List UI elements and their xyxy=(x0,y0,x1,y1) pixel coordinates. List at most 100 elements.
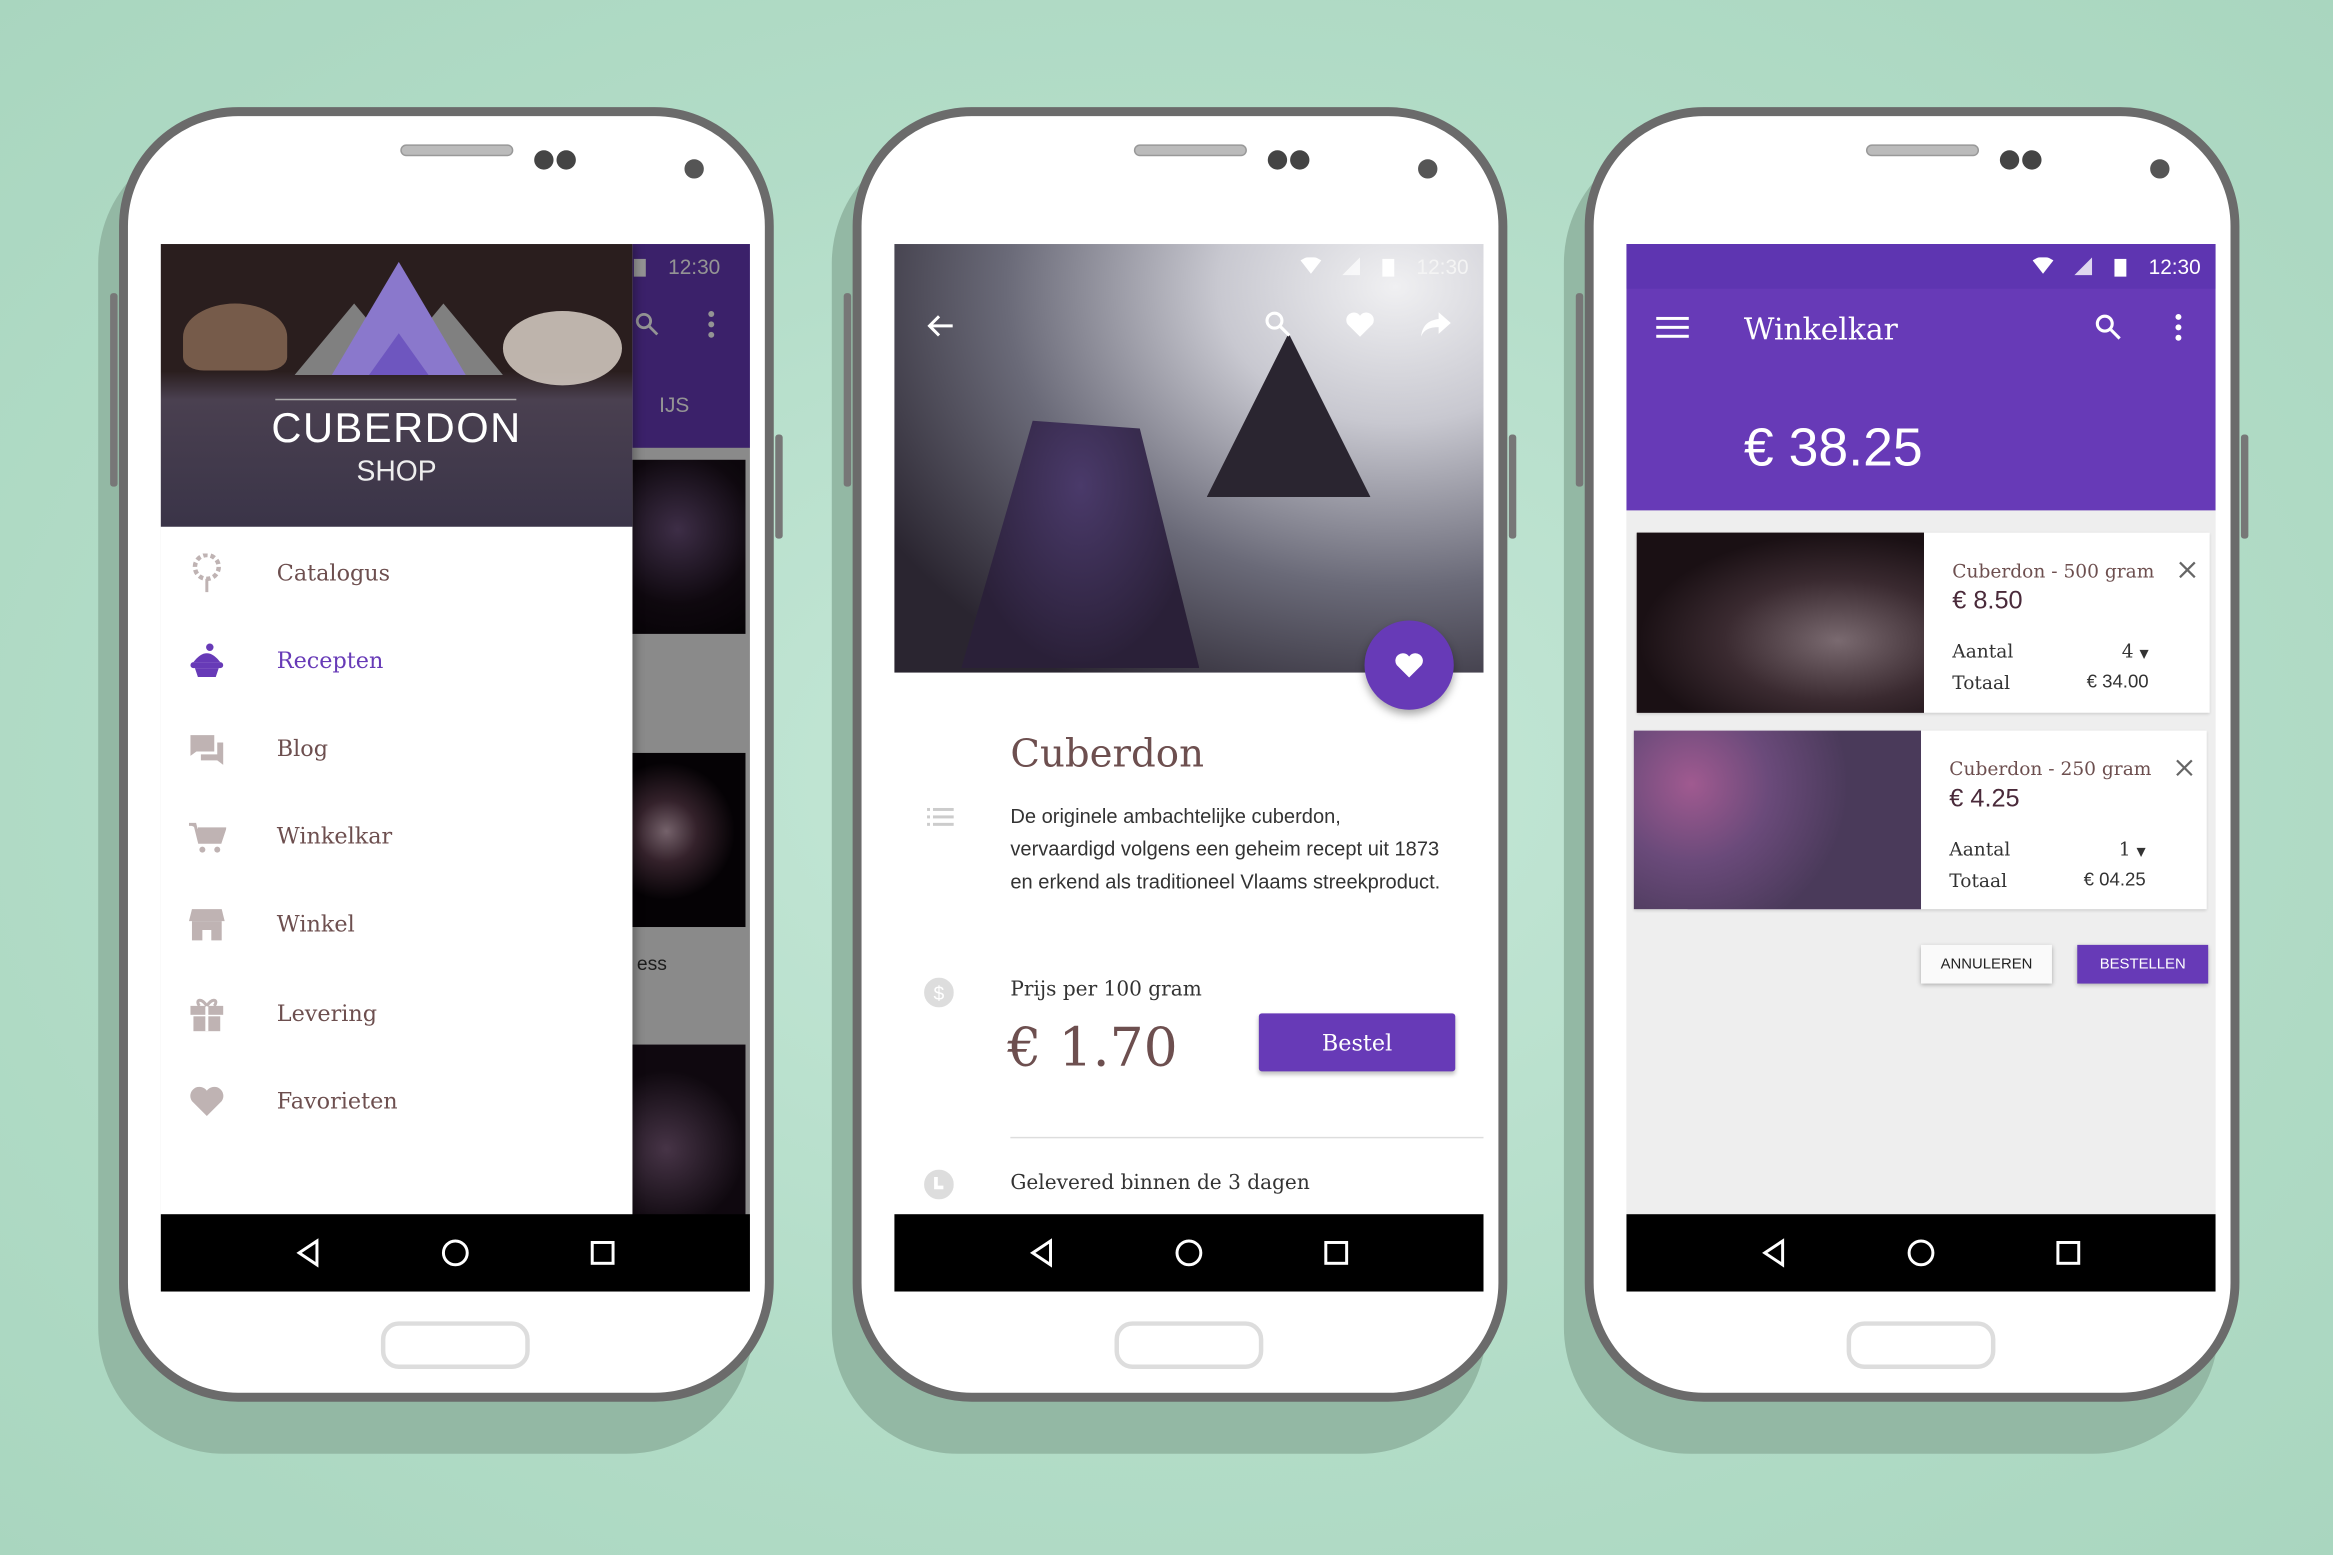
home-icon[interactable] xyxy=(440,1238,470,1268)
brand-title: CUBERDON xyxy=(271,404,522,451)
home-icon[interactable] xyxy=(1906,1238,1936,1268)
system-nav-bar xyxy=(894,1214,1484,1292)
menu-label: Winkelkar xyxy=(276,822,393,850)
screen: ess IJS 12:30 CUBERDON SHOP Catalogus Re… xyxy=(160,244,750,1292)
phone-body: 12:30 Cuberdon De originele ambachtelijk… xyxy=(852,107,1508,1402)
cart-item-name: Cuberdon - 250 gram xyxy=(1949,757,2152,780)
favorite-icon[interactable] xyxy=(1344,310,1377,340)
back-icon[interactable] xyxy=(1759,1238,1789,1268)
phone-cart: 12:30 Winkelkar € 38.25 Cuberdon - 500 g… xyxy=(1563,107,2249,1454)
share-icon[interactable] xyxy=(1420,310,1453,340)
power-button xyxy=(1508,434,1517,539)
product-price: € 1.70 xyxy=(1007,1017,1178,1079)
chat-icon xyxy=(190,735,224,765)
total-row: Totaal € 04.25 xyxy=(1949,869,2145,891)
item-total: € 34.00 xyxy=(2086,671,2149,692)
menu-item-winkel[interactable]: Winkel xyxy=(161,887,633,961)
quantity-value: 1 xyxy=(2118,837,2131,861)
signal-icon xyxy=(1342,257,1360,276)
home-hardware-button[interactable] xyxy=(1846,1321,1996,1369)
cart-item-name: Cuberdon - 500 gram xyxy=(1952,559,2155,582)
item-total: € 04.25 xyxy=(2083,868,2146,890)
cart-item-image xyxy=(1633,730,1922,910)
description-icon xyxy=(927,807,954,826)
cancel-button[interactable]: ANNULEREN xyxy=(1921,944,2052,984)
navigation-drawer: CUBERDON SHOP Catalogus Recepten Blog Wi… xyxy=(160,244,633,1292)
menu-item-blog[interactable]: Blog xyxy=(161,711,633,785)
product-description: De originele ambachtelijke cuberdon, ver… xyxy=(1010,805,1441,893)
favorite-fab[interactable] xyxy=(1364,620,1454,710)
menu-item-favorieten[interactable]: Favorieten xyxy=(161,1064,633,1138)
quantity-dropdown[interactable]: 4 ▼ xyxy=(2122,640,2149,662)
home-hardware-button[interactable] xyxy=(1114,1321,1264,1369)
dropdown-arrow-icon: ▼ xyxy=(2136,845,2146,859)
recents-icon[interactable] xyxy=(2053,1238,2083,1268)
back-icon[interactable] xyxy=(1027,1238,1057,1268)
cuberdon-shape xyxy=(961,420,1200,669)
phone-drawer: ess IJS 12:30 CUBERDON SHOP Catalogus Re… xyxy=(98,107,783,1454)
recents-icon[interactable] xyxy=(587,1238,617,1268)
menu-item-catalogus[interactable]: Catalogus xyxy=(161,536,633,610)
menu-label: Blog xyxy=(276,735,329,762)
screen: 12:30 Cuberdon De originele ambachtelijk… xyxy=(894,244,1484,1292)
home-icon[interactable] xyxy=(1174,1238,1204,1268)
recents-icon[interactable] xyxy=(1321,1238,1351,1268)
quantity-row: Aantal 1 ▼ xyxy=(1949,838,2145,860)
side-button xyxy=(110,293,118,487)
product-title: Cuberdon xyxy=(1010,732,1205,777)
front-camera xyxy=(2150,159,2170,179)
home-hardware-button[interactable] xyxy=(380,1321,530,1369)
back-arrow-icon[interactable] xyxy=(924,310,957,343)
side-button xyxy=(843,293,852,487)
search-icon[interactable] xyxy=(1263,310,1293,340)
dropdown-arrow-icon: ▼ xyxy=(2139,647,2149,661)
quantity-value: 4 xyxy=(2121,639,2134,663)
status-bar: 12:30 xyxy=(2032,244,2216,289)
system-nav-bar xyxy=(160,1214,750,1292)
remove-item-icon[interactable] xyxy=(2174,757,2195,778)
cart-item-price: € 4.25 xyxy=(1949,784,2020,813)
menu-item-levering[interactable]: Levering xyxy=(161,976,633,1050)
total-row: Totaal € 34.00 xyxy=(1952,671,2148,693)
menu-label: Winkel xyxy=(276,910,355,938)
header-food-image xyxy=(502,310,622,386)
remove-item-icon[interactable] xyxy=(2177,559,2198,580)
status-time: 12:30 xyxy=(2148,254,2201,279)
scrim-overlay[interactable] xyxy=(632,244,750,1292)
heart-icon xyxy=(1395,653,1423,678)
sensors xyxy=(534,150,576,170)
lollipop-icon xyxy=(192,553,221,593)
status-bar: 12:30 xyxy=(1300,244,1483,289)
menu-label: Levering xyxy=(276,999,378,1027)
hamburger-menu-icon[interactable] xyxy=(1656,315,1689,339)
cart-item: Cuberdon - 250 gram € 4.25 Aantal 1 ▼ To… xyxy=(1633,730,2207,910)
sensors xyxy=(1267,150,1310,170)
clock-icon xyxy=(924,1169,954,1200)
search-icon[interactable] xyxy=(2094,312,2124,342)
wifi-icon xyxy=(1300,257,1322,274)
front-camera xyxy=(1418,159,1438,179)
app-bar-title: Winkelkar xyxy=(1743,310,1898,347)
more-icon[interactable] xyxy=(2172,312,2184,342)
quantity-dropdown[interactable]: 1 ▼ xyxy=(2119,838,2146,860)
quantity-row: Aantal 4 ▼ xyxy=(1952,640,2148,662)
order-button[interactable]: Bestel xyxy=(1258,1013,1456,1072)
menu-item-recepten[interactable]: Recepten xyxy=(161,623,633,697)
back-icon[interactable] xyxy=(294,1238,324,1268)
menu-label: Catalogus xyxy=(276,559,391,587)
header-food-image xyxy=(183,303,288,371)
quantity-label: Aantal xyxy=(1952,639,2014,663)
menu-item-winkelkar[interactable]: Winkelkar xyxy=(161,799,633,873)
cart-item-price: € 8.50 xyxy=(1952,586,2023,615)
cart-total: € 38.25 xyxy=(1743,416,1923,478)
screen: 12:30 Winkelkar € 38.25 Cuberdon - 500 g… xyxy=(1626,244,2216,1292)
svg-text:$: $ xyxy=(934,983,945,1005)
menu-label: Favorieten xyxy=(276,1087,398,1115)
phone-body: ess IJS 12:30 CUBERDON SHOP Catalogus Re… xyxy=(119,107,774,1402)
phone-body: 12:30 Winkelkar € 38.25 Cuberdon - 500 g… xyxy=(1584,107,2240,1402)
divider xyxy=(1010,1136,1484,1139)
status-time: 12:30 xyxy=(1416,254,1469,279)
delivery-info: Gelevered binnen de 3 dagen xyxy=(1010,1171,1310,1195)
order-button[interactable]: BESTELLEN xyxy=(2077,944,2209,984)
signal-icon xyxy=(2074,257,2093,276)
